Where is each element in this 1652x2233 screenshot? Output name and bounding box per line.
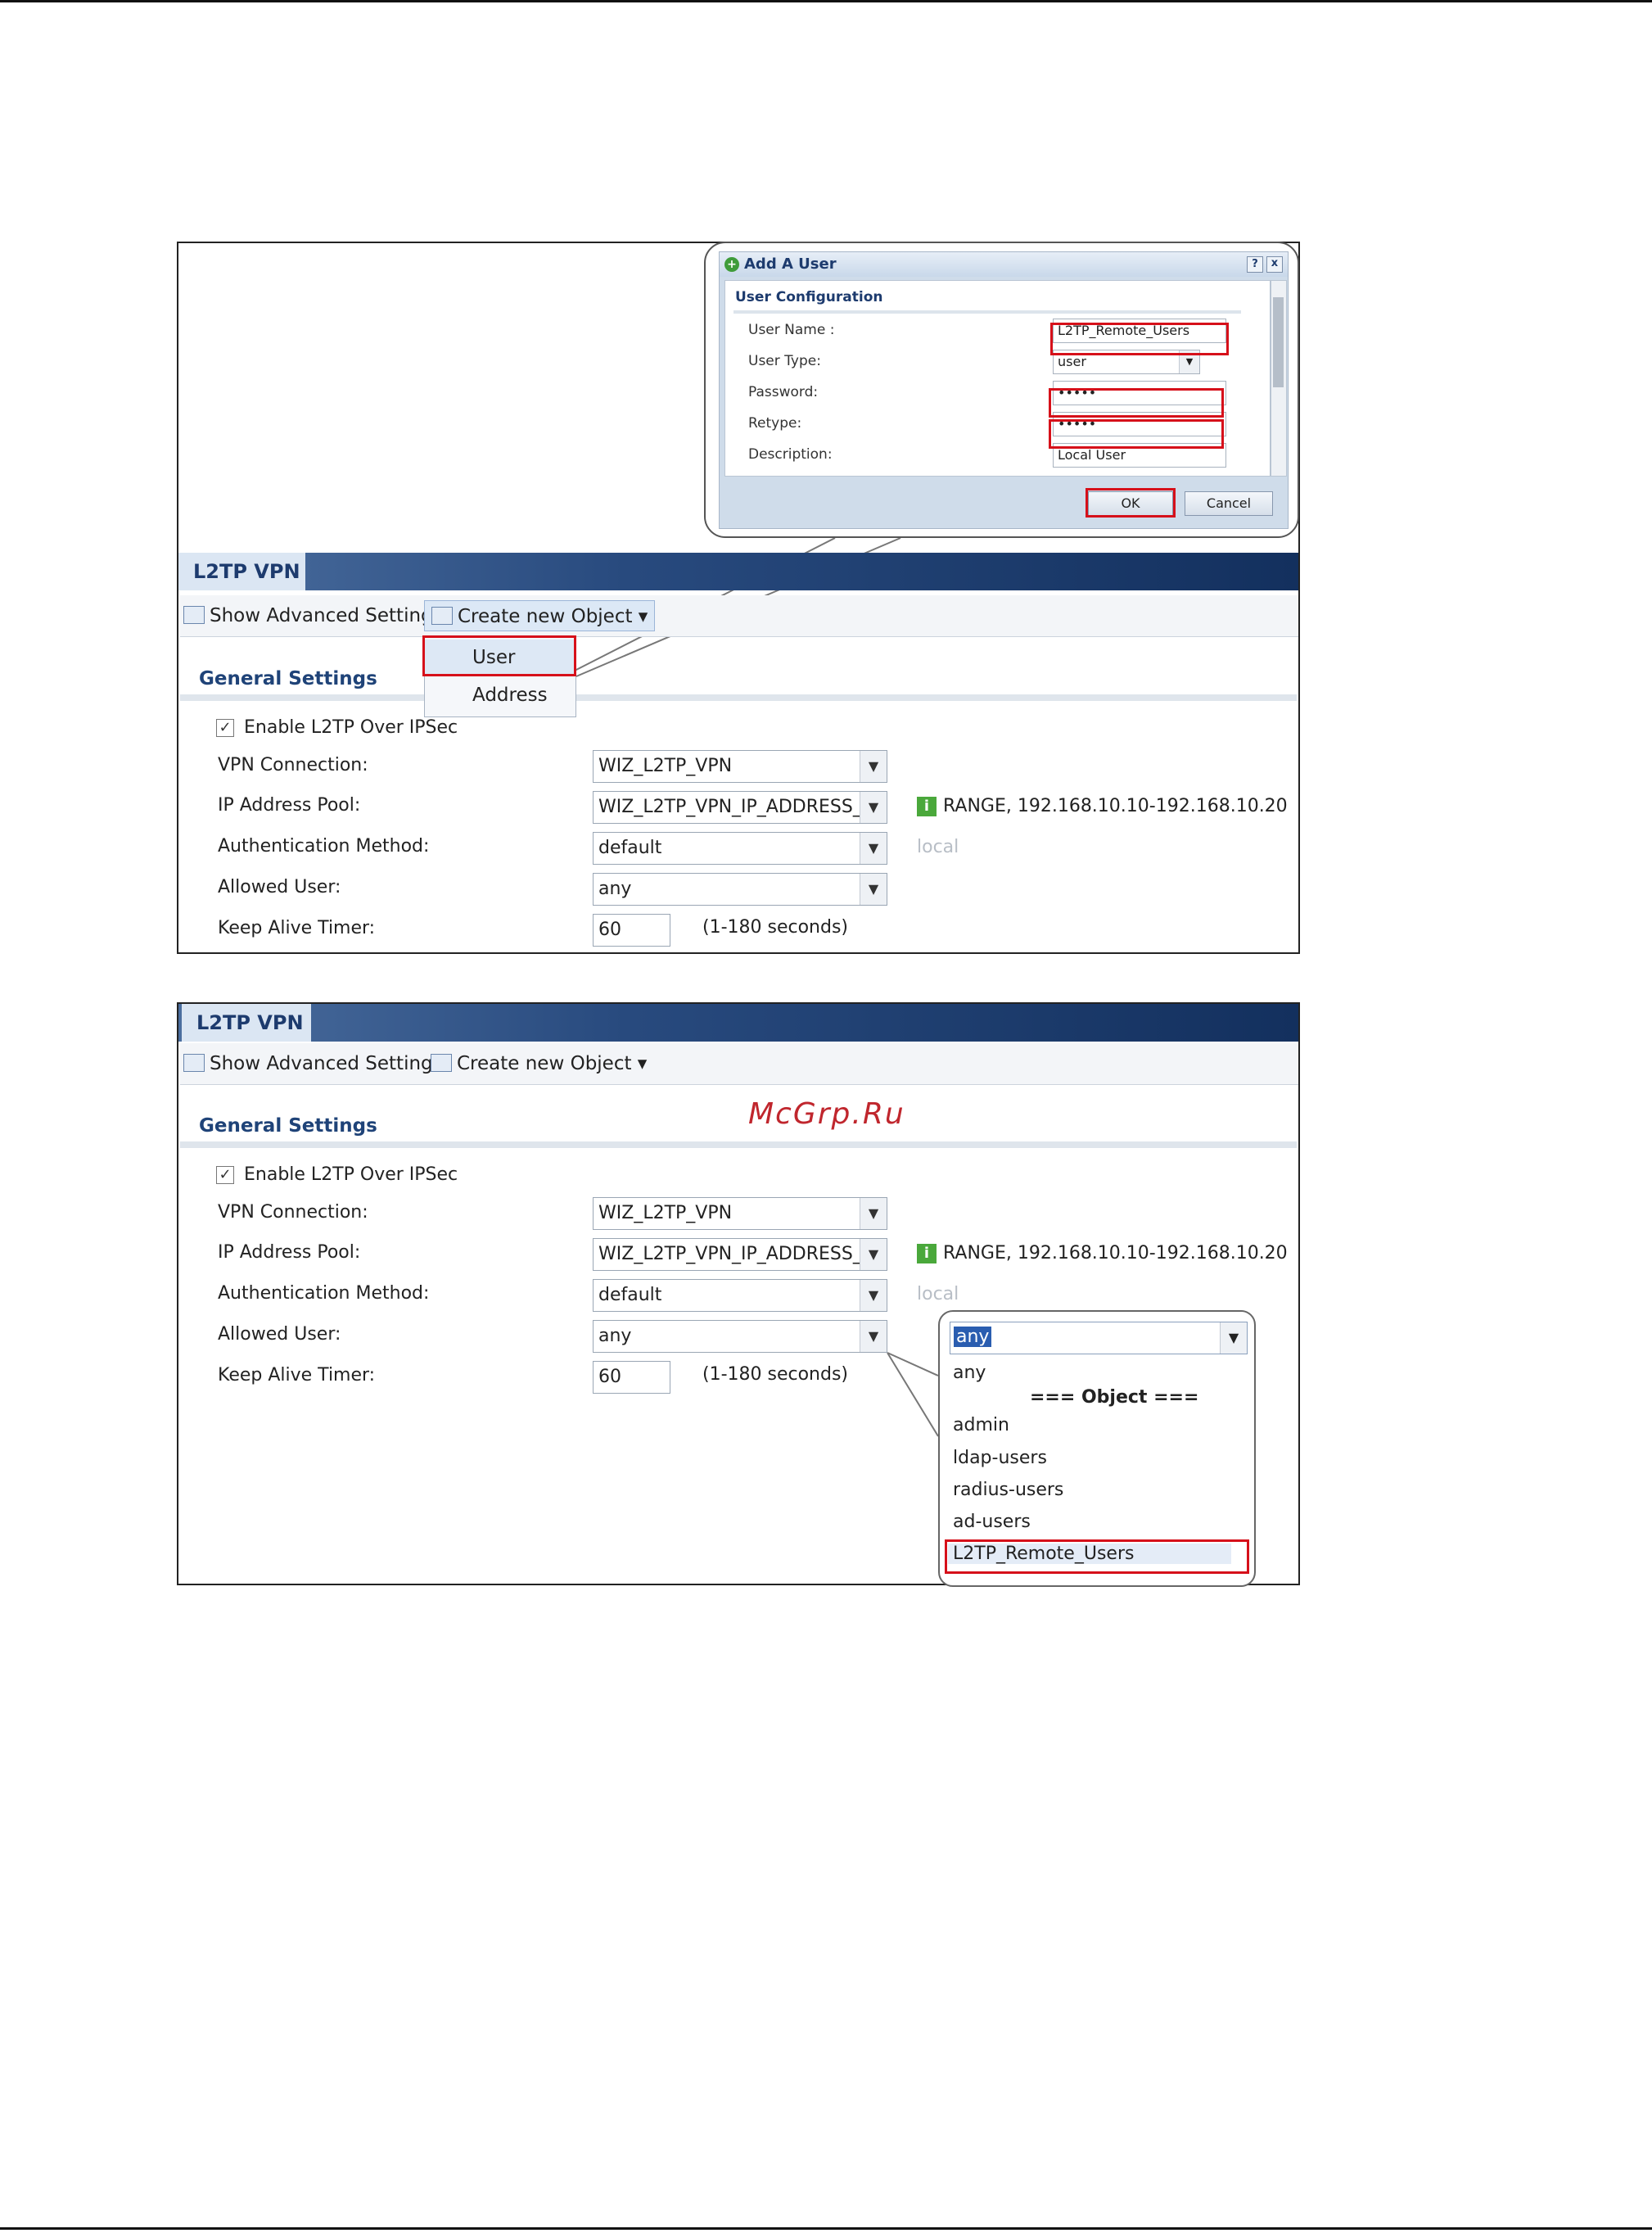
- dropdown-option-radius-users[interactable]: radius-users: [953, 1480, 1063, 1500]
- dropdown-select-field[interactable]: any ▼: [950, 1322, 1248, 1354]
- dropdown-option-ldap-users[interactable]: ldap-users: [953, 1448, 1047, 1468]
- dropdown-callout-lines: [887, 1352, 939, 1437]
- bottom-rule: [0, 2227, 1652, 2230]
- dropdown-option-ad-users[interactable]: ad-users: [953, 1512, 1031, 1532]
- dropdown-selected-value: any: [954, 1327, 992, 1347]
- dropdown-option-any[interactable]: any: [953, 1363, 986, 1383]
- dropdown-option-admin[interactable]: admin: [953, 1415, 1009, 1435]
- dropdown-group-header: === Object ===: [1030, 1387, 1199, 1408]
- highlight-l2tp-remote-users: [945, 1539, 1249, 1574]
- chevron-down-icon: ▼: [1220, 1322, 1247, 1354]
